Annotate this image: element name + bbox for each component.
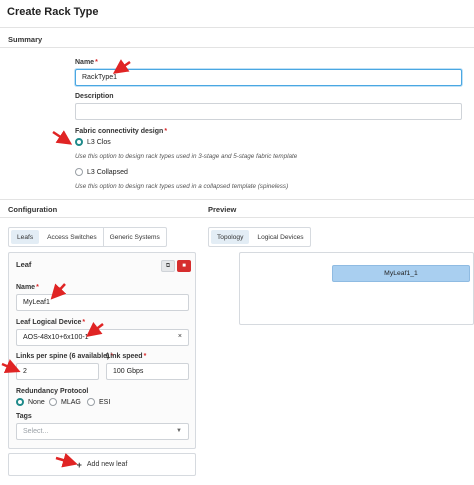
annotation-arrow-icon — [55, 452, 78, 468]
annotation-arrow-icon — [112, 59, 131, 74]
annotation-arrows — [1, 59, 131, 468]
annotation-arrow-icon — [52, 130, 73, 145]
annotation-arrow-icon — [50, 283, 67, 300]
annotation-arrow-icon — [1, 359, 21, 373]
annotation-arrow-icon — [86, 321, 104, 338]
